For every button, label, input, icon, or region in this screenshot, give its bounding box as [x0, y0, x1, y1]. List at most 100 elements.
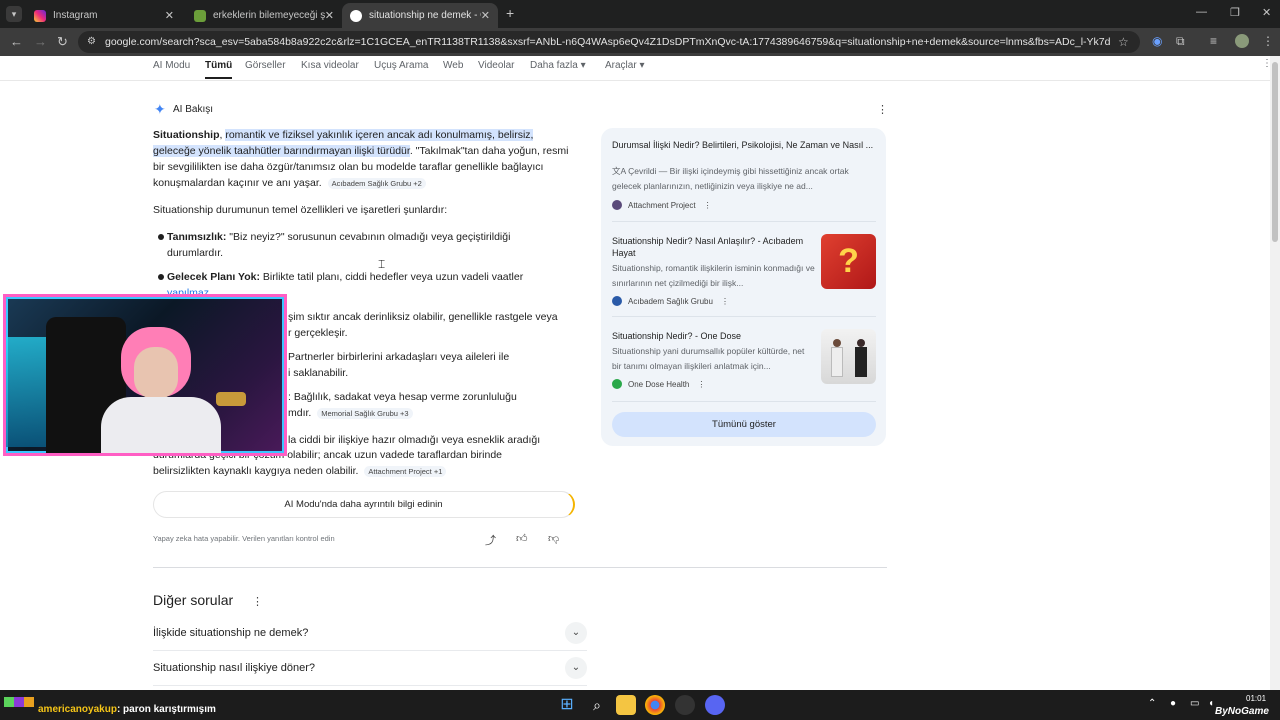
tab-more-label: Daha fazla — [530, 60, 578, 71]
source-more-icon[interactable]: ⋮ — [697, 380, 705, 389]
reload-icon[interactable]: ↻ — [57, 34, 68, 50]
tab-images[interactable]: Görseller — [245, 60, 286, 71]
source-1-title[interactable]: Durumsal İlişki Nedir? Belirtileri, Psik… — [612, 139, 876, 151]
source-2-origin[interactable]: Acıbadem Sağlık Grubu ⋮ — [612, 296, 729, 306]
chrome-icon[interactable] — [645, 695, 665, 715]
tab-videos[interactable]: Videolar — [478, 60, 515, 71]
intro-term: Situationship — [153, 129, 220, 141]
white-shirt — [101, 397, 221, 453]
translated-label: Çevrildi — — [628, 166, 668, 176]
extensions-icon[interactable]: ⧉ — [1176, 34, 1185, 49]
face — [134, 347, 178, 399]
tab-google-search[interactable]: situationship ne demek - Google ✕ — [342, 3, 498, 28]
tab-instagram[interactable]: Instagram ✕ — [26, 3, 182, 28]
menu-icon[interactable]: ⋮ — [1262, 34, 1274, 48]
tab-title: erkeklerin bilemeyeceği şeyler — [213, 10, 325, 21]
tab-tools[interactable]: Araçlar ▾ — [605, 60, 645, 71]
source-more-icon[interactable]: ⋮ — [721, 297, 729, 306]
maximize-icon[interactable]: ❐ — [1230, 6, 1240, 19]
close-tab-icon[interactable]: ✕ — [481, 9, 490, 22]
search-icon[interactable]: ⌕ — [587, 695, 607, 715]
separator — [612, 221, 876, 222]
audio-icon[interactable]: ◉ — [1152, 34, 1162, 48]
divider — [153, 567, 887, 568]
reading-list-icon[interactable]: ≡ — [1210, 34, 1217, 48]
source-2-desc: Situationship, romantik ilişkilerin ismi… — [612, 263, 815, 288]
separator — [612, 316, 876, 317]
source-1-origin[interactable]: Attachment Project ⋮ — [612, 200, 712, 210]
google-icon — [350, 9, 362, 22]
source-chip[interactable]: Attachment Project +1 — [364, 466, 447, 477]
close-window-icon[interactable]: ✕ — [1262, 6, 1271, 19]
tab-more[interactable]: Daha fazla ▾ — [530, 60, 586, 71]
site-info-icon[interactable]: ⚙ — [87, 36, 96, 47]
ai-overview-header: AI Bakışı — [173, 104, 214, 115]
tab-flights[interactable]: Uçuş Arama — [374, 60, 428, 71]
url-text[interactable]: google.com/search?sca_esv=5aba584b8a922c… — [105, 36, 1110, 48]
discord-icon[interactable] — [705, 695, 725, 715]
bullet-undefined: Tanımsızlık: "Biz neyiz?" sorusunun ceva… — [167, 229, 567, 261]
source-name: One Dose Health — [628, 379, 690, 389]
microphone — [216, 392, 246, 406]
chevron-down-icon[interactable]: ⌄ — [565, 622, 587, 644]
forward-icon[interactable]: → — [34, 34, 47, 49]
ai-mode-button[interactable]: AI Modu'nda daha ayrıntılı bilgi edinin — [153, 491, 575, 518]
source-1-desc: 文A Çevrildi — Bir ilişki içindeymiş gibi… — [612, 164, 876, 194]
show-all-button[interactable]: Tümünü göster — [612, 412, 876, 437]
tab-erkeklerin[interactable]: erkeklerin bilemeyeceği şeyler ✕ — [186, 3, 342, 28]
source-3-origin[interactable]: One Dose Health ⋮ — [612, 379, 705, 389]
badge-icon — [24, 697, 34, 707]
divider — [153, 650, 587, 651]
thumbs-up-icon[interactable]: 👍︎ — [516, 532, 528, 545]
close-tab-icon[interactable]: ✕ — [165, 9, 174, 22]
network-icon[interactable]: ▭ — [1190, 698, 1199, 709]
bullet-label: Gelecek Planı Yok: — [167, 271, 260, 283]
ai-overview-more-icon[interactable]: ⋮ — [877, 103, 888, 116]
file-explorer-icon[interactable] — [616, 695, 636, 715]
bullet-dot — [158, 274, 164, 280]
bullet-text: Birlikte tatil planı, ciddi hedefler vey… — [262, 271, 524, 283]
back-icon[interactable]: ← — [10, 34, 23, 49]
chat-text: : paron karıştırmışım — [116, 704, 216, 715]
question-item[interactable]: İlişkide situationship ne demek? — [153, 627, 308, 639]
close-tab-icon[interactable]: ✕ — [325, 9, 334, 22]
tab-short-videos[interactable]: Kısa videolar — [301, 60, 359, 71]
new-tab-button[interactable]: + — [506, 5, 514, 21]
cyan-light — [6, 337, 46, 447]
question-mark-thumbnail[interactable]: ? — [821, 234, 876, 289]
scrollbar-thumb[interactable] — [1272, 62, 1278, 242]
tab-search-button[interactable]: ▾ — [6, 6, 22, 22]
question-item[interactable]: Situationship nasıl ilişkiye döner? — [153, 662, 315, 674]
ai-intro-paragraph: Situationship, romantik ve fiziksel yakı… — [153, 129, 569, 189]
volume-icon[interactable]: ◖ — [1208, 698, 1214, 709]
share-icon[interactable]: ⤴ — [485, 532, 496, 548]
page-scrollbar[interactable] — [1270, 56, 1280, 690]
thumbs-down-icon[interactable]: 👎︎ — [548, 532, 559, 545]
source-2-title[interactable]: Situationship Nedir? Nasıl Anlaşılır? - … — [612, 235, 812, 259]
minimize-icon[interactable]: — — [1196, 6, 1207, 18]
microphone-icon[interactable]: ● — [1170, 698, 1176, 709]
app-icon[interactable] — [675, 695, 695, 715]
site-favicon-icon — [194, 9, 206, 22]
profile-avatar[interactable] — [1235, 34, 1249, 48]
source-chip[interactable]: Acıbadem Sağlık Grubu +2 — [327, 178, 426, 189]
chevron-down-icon[interactable]: ⌄ — [565, 657, 587, 679]
people-thumbnail[interactable] — [821, 329, 876, 384]
webcam-overlay — [3, 294, 287, 456]
address-bar[interactable]: ⚙ google.com/search?sca_esv=5aba584b8a92… — [78, 31, 1140, 53]
other-questions-more-icon[interactable]: ⋮ — [252, 595, 263, 608]
other-questions-heading: Diğer sorular — [153, 592, 234, 608]
source-3-title[interactable]: Situationship Nedir? - One Dose — [612, 330, 812, 342]
translate-icon: 文A — [612, 166, 626, 176]
tab-all[interactable]: Tümü — [205, 60, 233, 79]
windows-start-icon[interactable]: ⊞ — [557, 695, 577, 715]
bookmark-star-icon[interactable]: ☆ — [1118, 35, 1129, 49]
tab-web[interactable]: Web — [443, 60, 463, 71]
tray-chevron-icon[interactable]: ⌃ — [1148, 698, 1156, 709]
bullet-4-visible: Partnerler birbirlerini arkadaşları veya… — [288, 351, 510, 363]
separator — [612, 401, 876, 402]
source-chip[interactable]: Memorial Sağlık Grubu +3 — [317, 408, 413, 419]
tab-ai-mode[interactable]: AI Modu — [153, 60, 190, 71]
source-more-icon[interactable]: ⋮ — [704, 201, 712, 210]
instagram-icon — [34, 9, 46, 22]
